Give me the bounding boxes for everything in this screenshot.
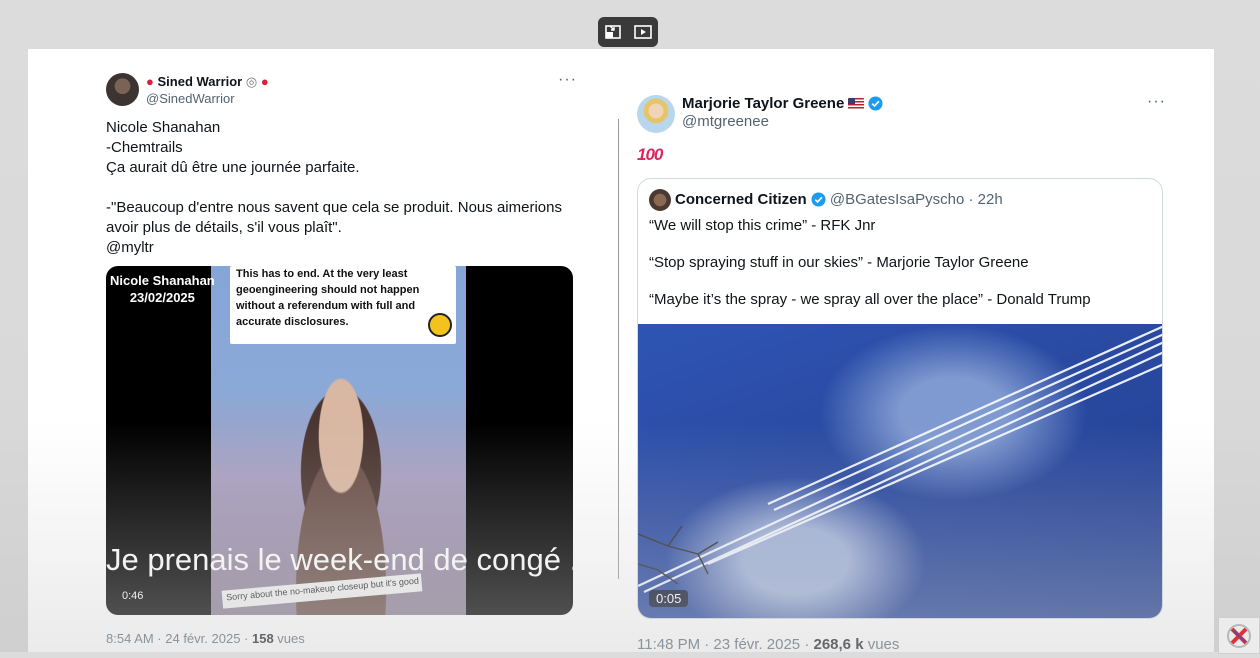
us-flag-icon [848, 98, 865, 109]
quote-age: 22h [977, 191, 1003, 208]
tweet-text: Nicole Shanahan -Chemtrails Ça aurait dû… [106, 119, 562, 256]
video-duration: 0:05 [649, 590, 689, 607]
player-control-bar [598, 17, 658, 47]
overlay-name: Nicole Shanahan [110, 273, 215, 288]
more-options-button[interactable]: ··· [1147, 93, 1166, 111]
quote-header: Concerned Citizen @BGatesIsaPyscho · 22h [675, 191, 1003, 208]
verified-badge-icon [811, 192, 826, 207]
hundred-points-emoji: 100 [637, 145, 663, 164]
quote-line: “Stop spraying stuff in our skies” - Mar… [649, 254, 1029, 271]
strawberry-icon: ● [260, 74, 269, 89]
quote-author-handle: @BGatesIsaPyscho [829, 191, 965, 208]
verified-badge-icon [868, 96, 883, 111]
tweets-panel: ● Sined Warrior ◎ ● @SinedWarrior ··· Ni… [28, 49, 1214, 652]
views-count: 158 [251, 631, 274, 646]
tweet-footer: 8:54 AM · 24 févr. 2025 · 158 vues [106, 631, 305, 646]
tweet-timestamp[interactable]: 11:48 PM · 23 févr. 2025 · [637, 636, 813, 652]
x-logo-icon[interactable] [1218, 617, 1260, 654]
video-expand-icon[interactable] [633, 23, 653, 41]
exit-pip-icon[interactable] [603, 23, 623, 41]
strawberry-icon: ● [146, 74, 154, 89]
bee-badge-icon [428, 313, 452, 337]
author-handle[interactable]: @SinedWarrior [146, 91, 235, 106]
contrails-image [638, 325, 1162, 593]
author-name[interactable]: Marjorie Taylor Greene [682, 95, 883, 112]
avatar[interactable] [106, 73, 139, 106]
tweet-timestamp[interactable]: 8:54 AM · 24 févr. 2025 · [106, 631, 252, 646]
author-name-text: Marjorie Taylor Greene [682, 95, 845, 112]
tweet-footer: 11:48 PM · 23 févr. 2025 · 268,6 k vues [637, 636, 899, 652]
video-player[interactable]: 0:05 [638, 324, 1162, 618]
more-options-button[interactable]: ··· [558, 71, 577, 89]
avatar[interactable] [637, 95, 675, 133]
author-handle[interactable]: @mtgreenee [682, 113, 769, 130]
author-name[interactable]: ● Sined Warrior ◎ ● [146, 74, 269, 90]
views-label: vues [273, 631, 305, 646]
quote-separator: · [968, 191, 974, 208]
quoted-tweet[interactable]: Concerned Citizen @BGatesIsaPyscho · 22h… [637, 178, 1163, 619]
quote-line: “Maybe it’s the spray - we spray all ove… [649, 291, 1091, 308]
quote-text: “We will stop this crime” - RFK Jnr “Sto… [649, 216, 1091, 327]
mouse-icon: ◎ [245, 74, 258, 89]
views-count: 268,6 k [813, 636, 864, 652]
video-duration: 0:46 [122, 590, 144, 602]
views-label: vues [863, 636, 900, 652]
video-banner-text: This has to end. At the very least geoen… [230, 266, 456, 344]
video-player[interactable]: Nicole Shanahan 23/02/2025 This has to e… [106, 266, 573, 615]
thread-divider [618, 119, 619, 579]
quote-avatar [649, 189, 671, 211]
video-overlay-title: Nicole Shanahan 23/02/2025 [110, 272, 215, 306]
author-name-text: Sined Warrior [157, 74, 243, 89]
overlay-date: 23/02/2025 [129, 290, 195, 305]
video-caption: Je prenais le week-end de congé ... [106, 542, 573, 577]
quote-line: “We will stop this crime” - RFK Jnr [649, 217, 876, 234]
quote-author-name: Concerned Citizen [675, 191, 807, 208]
